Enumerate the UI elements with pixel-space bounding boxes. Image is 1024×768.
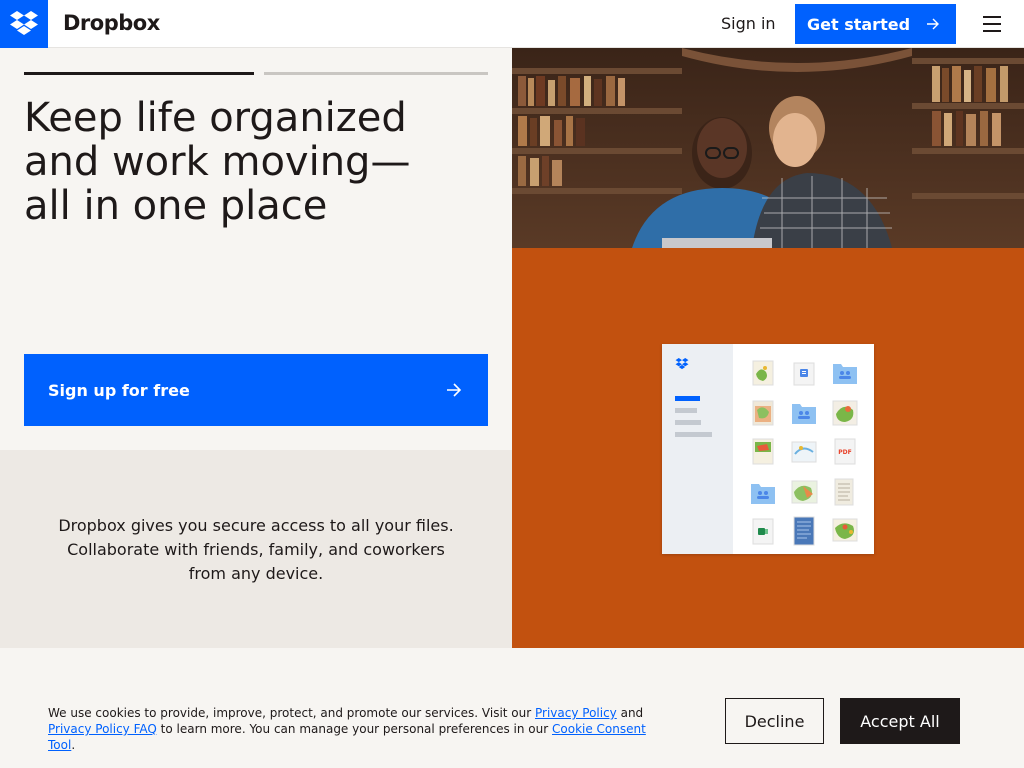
file-thumb-map: [832, 518, 858, 542]
sidebar-bar-active: [675, 396, 700, 401]
hero-photo: [512, 48, 1024, 248]
description-line: Dropbox gives you secure access to all y…: [58, 516, 454, 535]
headline-line: Keep life organized: [24, 95, 407, 141]
hamburger-menu-icon[interactable]: [980, 11, 1004, 37]
product-preview-panel: PDF: [512, 248, 1024, 648]
carousel-progress-active[interactable]: [24, 72, 254, 75]
headline-line: and work moving—: [24, 139, 411, 185]
file-thumb-pdf: PDF: [834, 438, 856, 465]
hero-description: Dropbox gives you secure access to all y…: [40, 514, 472, 586]
privacy-policy-link[interactable]: Privacy Policy: [535, 706, 617, 720]
get-started-label: Get started: [807, 14, 911, 34]
cookie-consent-banner: We use cookies to provide, improve, prot…: [0, 648, 1024, 768]
privacy-policy-faq-link[interactable]: Privacy Policy FAQ: [48, 722, 157, 736]
sign-up-free-button[interactable]: Sign up for free: [24, 354, 488, 426]
file-thumb-doc: [834, 478, 854, 506]
description-line: Collaborate with friends, family, and co…: [67, 540, 445, 559]
file-thumb-doc: [793, 362, 815, 386]
brand-name[interactable]: Dropbox: [63, 11, 160, 35]
top-navigation: Dropbox Sign in Get started: [0, 0, 1024, 48]
folder-shared-icon: [751, 484, 775, 504]
headline-line: all in one place: [24, 183, 328, 229]
dropbox-logo-icon: [10, 11, 38, 35]
app-sidebar: [662, 344, 733, 554]
get-started-button[interactable]: Get started: [795, 4, 956, 44]
arrow-right-icon: [447, 383, 462, 397]
description-line: from any device.: [188, 564, 324, 583]
sign-up-label: Sign up for free: [48, 380, 190, 400]
folder-shared-icon: [833, 364, 857, 384]
file-thumb-map: [752, 360, 774, 386]
carousel-progress-inactive[interactable]: [264, 72, 488, 75]
accept-all-button[interactable]: Accept All: [840, 698, 960, 744]
app-window-mockup: PDF: [662, 344, 874, 554]
file-grid: PDF: [751, 360, 858, 546]
cookie-text-part: .: [71, 738, 76, 752]
file-thumb-map: [752, 400, 774, 426]
library-photo-image: [512, 48, 1024, 248]
file-thumb-map: [752, 438, 774, 465]
hero-section: Keep life organized and work moving— all…: [0, 48, 512, 450]
arrow-right-icon: [927, 18, 939, 30]
folder-shared-icon: [792, 404, 816, 424]
file-thumb-poster: [793, 516, 815, 546]
description-panel: Dropbox gives you secure access to all y…: [0, 450, 512, 648]
file-thumb-spreadsheet: [752, 518, 774, 545]
sign-in-link[interactable]: Sign in: [721, 14, 776, 33]
sidebar-bar: [675, 420, 701, 425]
decline-button[interactable]: Decline: [725, 698, 824, 744]
pdf-label: PDF: [838, 449, 851, 456]
cookie-text-part: and: [616, 706, 644, 720]
file-thumb-map: [832, 400, 858, 426]
file-thumb-map: [791, 441, 817, 463]
cookie-message: We use cookies to provide, improve, prot…: [48, 705, 668, 753]
sidebar-bar: [675, 432, 712, 437]
dropbox-logo[interactable]: [0, 0, 48, 48]
cookie-text-part: We use cookies to provide, improve, prot…: [48, 706, 535, 720]
file-thumb-map: [791, 480, 818, 504]
cookie-text-part: to learn more. You can manage your perso…: [156, 722, 552, 736]
sidebar-bar: [675, 408, 697, 413]
hero-headline: Keep life organized and work moving— all…: [24, 96, 504, 228]
dropbox-mini-icon: [675, 358, 689, 370]
